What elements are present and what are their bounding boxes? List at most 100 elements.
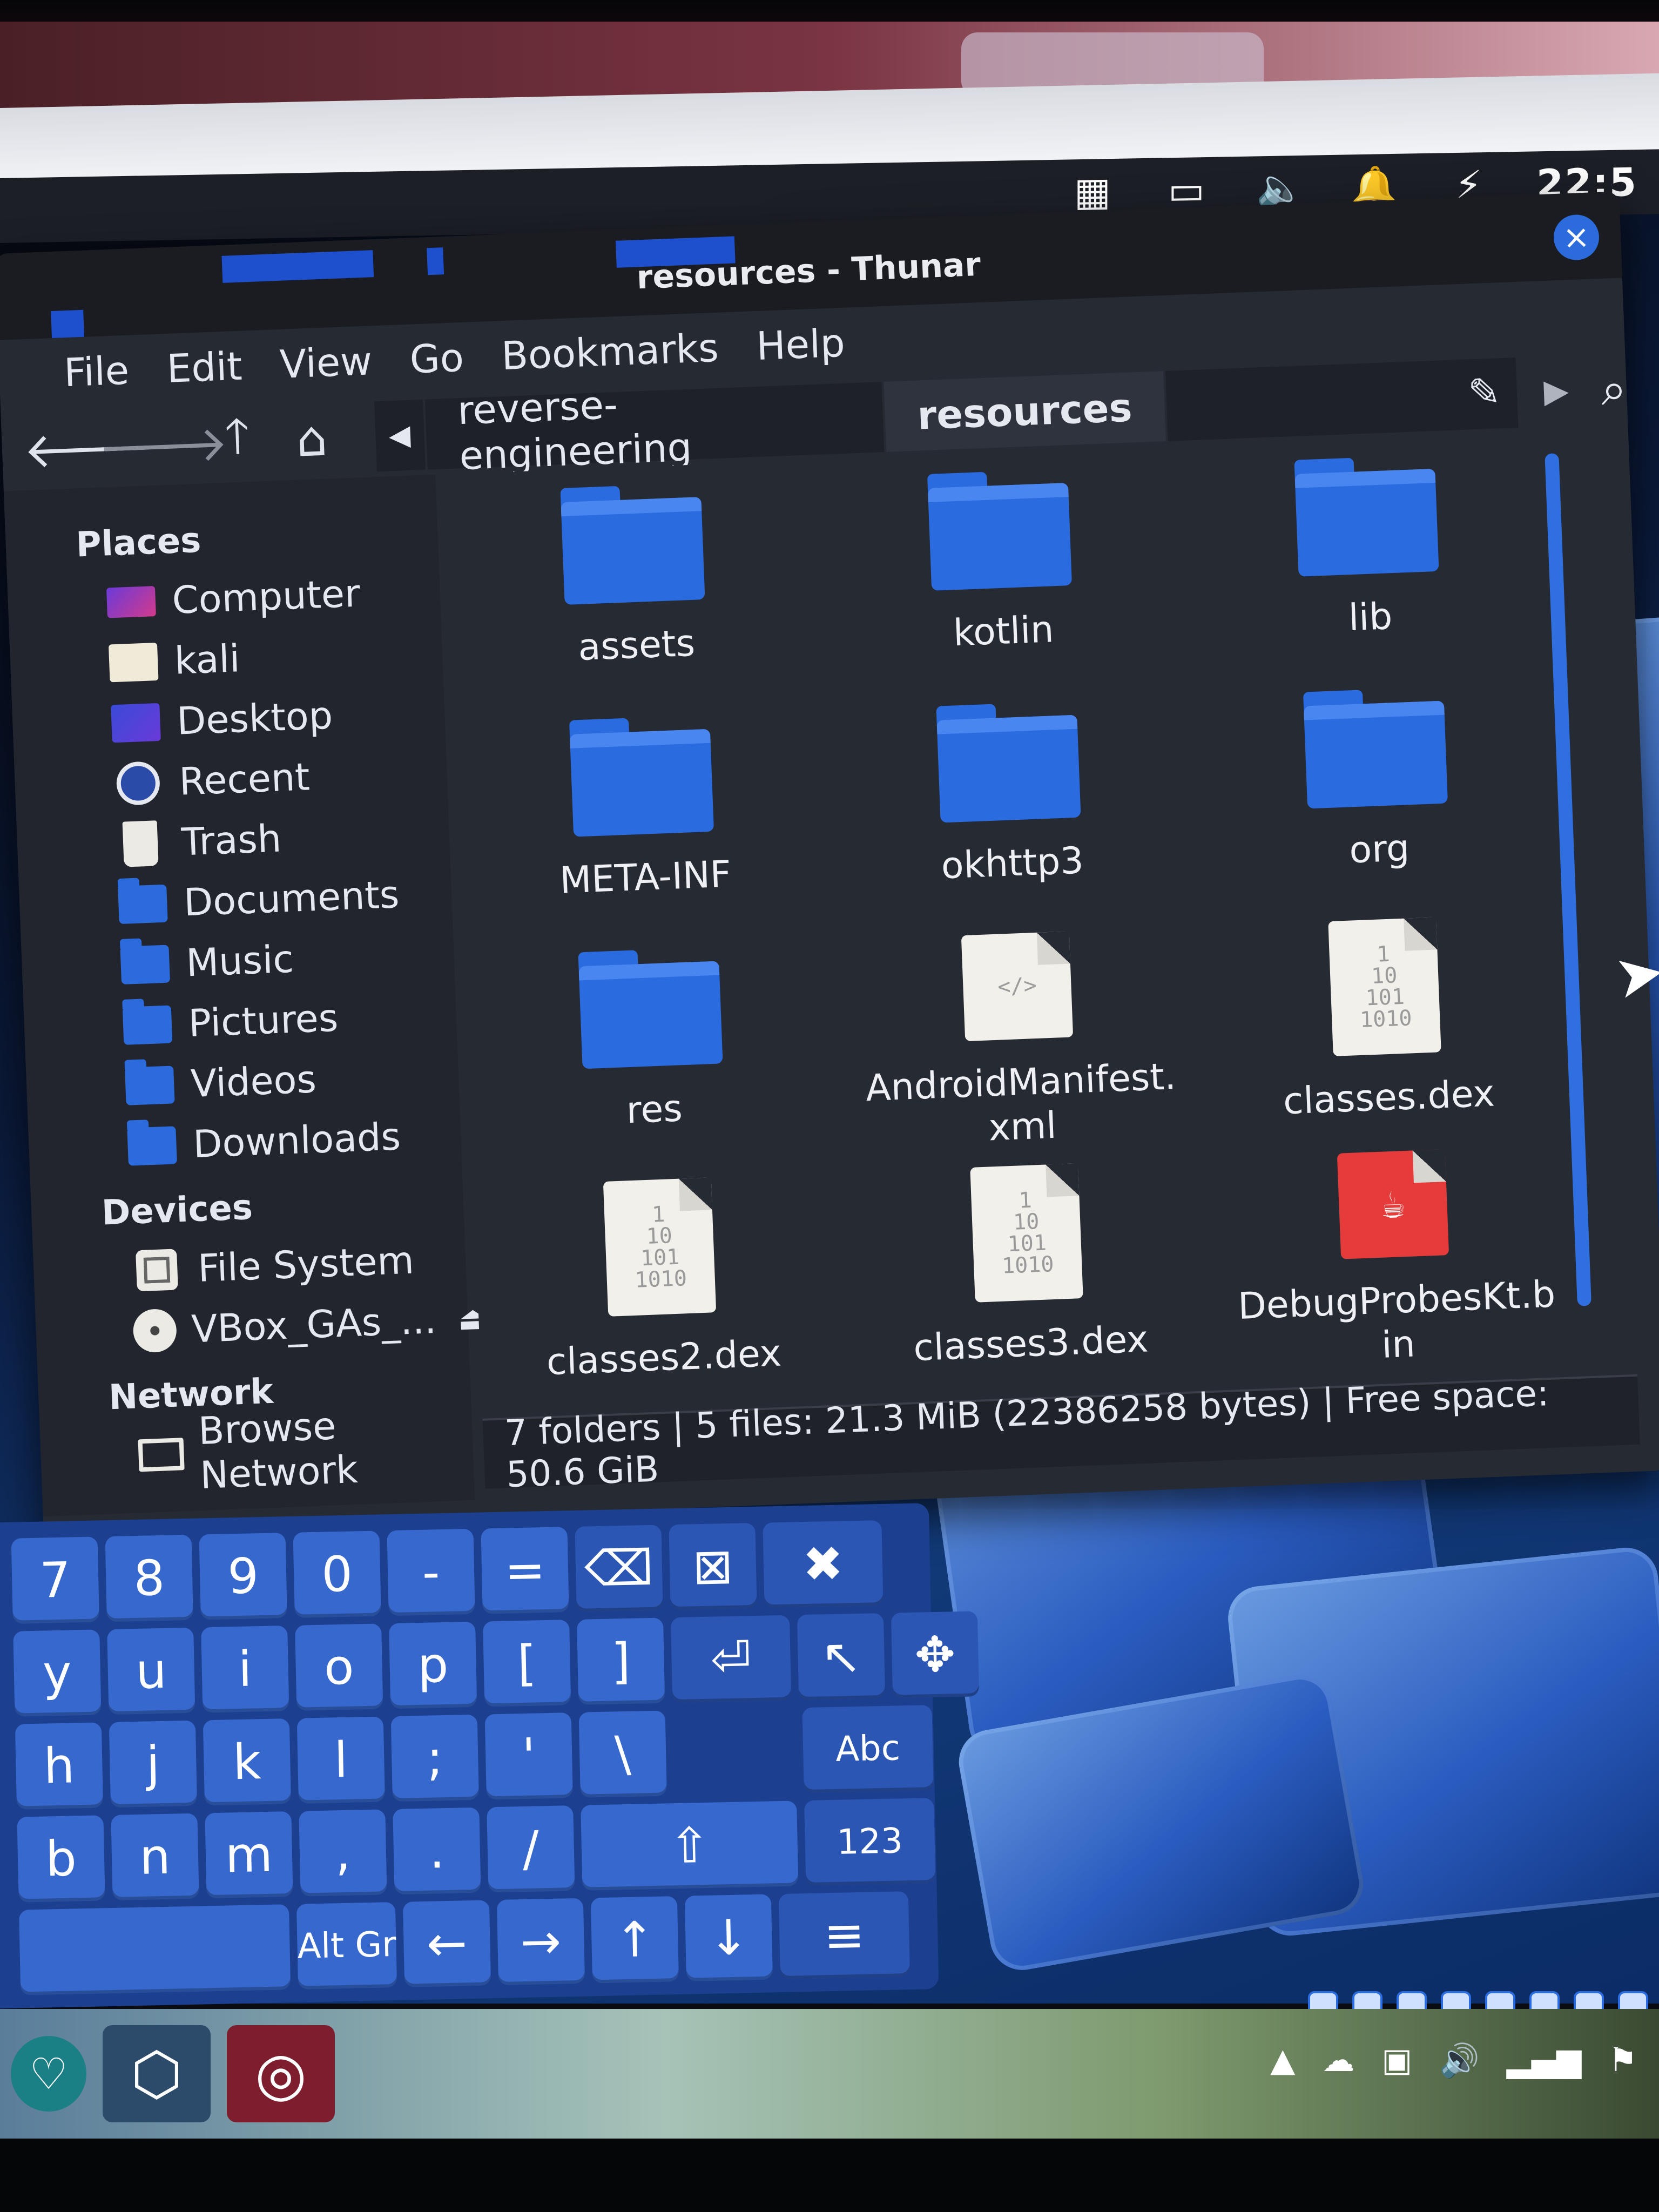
forward-arrow-icon[interactable]: 🡒 bbox=[97, 411, 229, 478]
menu-edit[interactable]: Edit bbox=[166, 343, 243, 392]
file-item-meta-inf[interactable]: META-INF bbox=[455, 692, 831, 939]
tray-device-icon[interactable]: ▣ bbox=[1381, 2041, 1412, 2080]
file-item-org[interactable]: org bbox=[1189, 664, 1565, 911]
sidebar-item-label: Trash bbox=[180, 816, 282, 865]
folder-icon bbox=[1303, 700, 1448, 809]
key-i[interactable]: i bbox=[201, 1626, 289, 1713]
xml-file-icon: </> bbox=[961, 931, 1074, 1042]
alt-gr-key[interactable]: Alt Gr bbox=[296, 1901, 397, 1990]
sidebar-item-label: Downloads bbox=[192, 1114, 402, 1167]
key-9[interactable]: 9 bbox=[199, 1533, 287, 1620]
close-keyboard-icon[interactable]: ✖ bbox=[763, 1520, 884, 1608]
key-equals[interactable]: = bbox=[481, 1527, 569, 1614]
file-name: kotlin bbox=[952, 608, 1055, 655]
tray-expand-icon[interactable]: ▲ bbox=[1270, 2041, 1295, 2080]
key-k[interactable]: k bbox=[203, 1718, 292, 1806]
tray-flag-icon[interactable]: ⚑ bbox=[1608, 2041, 1637, 2080]
edit-pencil-icon[interactable]: ✎ bbox=[1467, 369, 1502, 415]
numbers-layout-button[interactable]: 123 bbox=[804, 1798, 936, 1886]
key-comma[interactable]: , bbox=[299, 1809, 387, 1897]
sidebar-item-label: Videos bbox=[190, 1057, 318, 1107]
tray-signal-icon[interactable]: ▂▄▆ bbox=[1507, 2041, 1581, 2080]
right-arrow-icon[interactable]: → bbox=[496, 1898, 585, 1986]
key-j[interactable]: j bbox=[109, 1720, 198, 1808]
pointer-mode-icon[interactable]: ↖ bbox=[797, 1613, 886, 1701]
down-arrow-icon[interactable]: ↓ bbox=[684, 1894, 773, 1981]
breadcrumb-left-arrow-icon[interactable]: ◀ bbox=[374, 399, 426, 472]
key-n[interactable]: n bbox=[111, 1813, 199, 1900]
backspace-icon[interactable]: ⌫ bbox=[575, 1525, 663, 1612]
search-icon[interactable]: ⌕ bbox=[1600, 362, 1628, 416]
system-tray: ▲ ☁ ▣ 🔊 ▂▄▆ ⚑ bbox=[1270, 2041, 1637, 2080]
breadcrumb-resources[interactable]: resources bbox=[884, 371, 1166, 452]
tray-cloud-icon[interactable]: ☁ bbox=[1322, 2041, 1354, 2080]
key-minus[interactable]: - bbox=[387, 1528, 475, 1616]
key-b[interactable]: b bbox=[17, 1815, 105, 1903]
menu-file[interactable]: File bbox=[63, 348, 130, 396]
enter-icon[interactable]: ⏎ bbox=[670, 1615, 792, 1703]
key-l[interactable]: l bbox=[296, 1716, 385, 1804]
file-name: classes.dex bbox=[1282, 1072, 1496, 1123]
debian-app-icon[interactable]: ◎ bbox=[227, 2025, 335, 2122]
key-bracket-right[interactable]: ] bbox=[576, 1617, 665, 1705]
key-y[interactable]: y bbox=[13, 1629, 102, 1717]
menu-help[interactable]: Help bbox=[756, 320, 846, 369]
thunar-window: resources - Thunar × File Edit View Go B… bbox=[0, 191, 1659, 1533]
key-m[interactable]: m bbox=[205, 1811, 293, 1899]
file-item-classes2-dex[interactable]: 1 10 101 1010 classes2.dex bbox=[473, 1156, 849, 1402]
places-heading: Places bbox=[75, 520, 202, 565]
key-semicolon[interactable]: ; bbox=[390, 1714, 479, 1802]
host-taskbar: ♡ ⬡ ◎ ▲ ☁ ▣ 🔊 ▂▄▆ ⚑ bbox=[0, 2009, 1659, 2139]
move-keyboard-icon[interactable]: ✥ bbox=[891, 1611, 980, 1698]
tray-volume-icon[interactable]: 🔊 bbox=[1439, 2041, 1480, 2080]
key-quote[interactable]: ' bbox=[484, 1712, 573, 1800]
key-backslash[interactable]: \ bbox=[578, 1710, 667, 1798]
file-item-okhttp3[interactable]: okhttp3 bbox=[822, 678, 1198, 925]
path-entry-area[interactable]: ✎ bbox=[1165, 358, 1519, 441]
menu-go[interactable]: Go bbox=[409, 335, 464, 382]
key-0[interactable]: 0 bbox=[293, 1530, 381, 1618]
videos-folder-icon bbox=[123, 1063, 177, 1108]
file-item-debugprobeskt[interactable]: ☕ DebugProbesKt.bin bbox=[1207, 1128, 1583, 1374]
start-button-icon[interactable]: ♡ bbox=[11, 2036, 86, 2112]
file-item-lib[interactable]: lib bbox=[1180, 432, 1556, 678]
file-item-kotlin[interactable]: kotlin bbox=[813, 446, 1189, 692]
sidebar-item-label: Documents bbox=[183, 872, 400, 925]
trash-icon bbox=[114, 820, 167, 867]
key-slash[interactable]: / bbox=[487, 1805, 575, 1893]
key-u[interactable]: u bbox=[107, 1627, 195, 1715]
key-o[interactable]: o bbox=[295, 1623, 383, 1711]
file-name: res bbox=[625, 1087, 684, 1132]
folder-icon bbox=[1294, 468, 1439, 577]
menu-bookmarks[interactable]: Bookmarks bbox=[501, 325, 719, 379]
workspace-switcher-icon[interactable]: ▦ bbox=[1067, 165, 1118, 218]
key-period[interactable]: . bbox=[393, 1807, 481, 1895]
breadcrumb-right-arrow-icon[interactable]: ▶ bbox=[1543, 372, 1569, 410]
virtualbox-app-icon[interactable]: ⬡ bbox=[103, 2025, 211, 2122]
space-key[interactable] bbox=[19, 1904, 291, 1995]
file-item-res[interactable]: res bbox=[464, 924, 840, 1170]
up-arrow-icon[interactable]: 🡑 bbox=[204, 407, 271, 476]
key-7[interactable]: 7 bbox=[11, 1536, 99, 1624]
sidebar-item-browse-network[interactable]: Browse Network bbox=[110, 1404, 474, 1498]
menu-view[interactable]: View bbox=[279, 338, 373, 387]
file-item-assets[interactable]: assets bbox=[446, 460, 822, 706]
home-folder-icon bbox=[107, 640, 160, 685]
home-icon[interactable]: ⌂ bbox=[278, 405, 345, 473]
left-arrow-icon[interactable]: ← bbox=[402, 1900, 491, 1987]
network-icon bbox=[137, 1432, 185, 1477]
file-name: classes3.dex bbox=[913, 1318, 1149, 1370]
key-p[interactable]: p bbox=[389, 1621, 477, 1709]
file-item-classes3-dex[interactable]: 1 10 101 1010 classes3.dex bbox=[840, 1142, 1216, 1388]
up-arrow-key-icon[interactable]: ↑ bbox=[590, 1896, 679, 1984]
shift-icon[interactable]: ⇧ bbox=[581, 1800, 799, 1891]
key-h[interactable]: h bbox=[15, 1722, 104, 1810]
file-item-classes-dex[interactable]: 1 10 101 1010 classes.dex bbox=[1198, 896, 1574, 1142]
key-bracket-left[interactable]: [ bbox=[483, 1620, 571, 1707]
key-8[interactable]: 8 bbox=[105, 1534, 193, 1622]
delete-icon[interactable]: ⊠ bbox=[669, 1522, 757, 1610]
menu-icon[interactable]: ≡ bbox=[778, 1891, 910, 1980]
abc-layout-button[interactable]: Abc bbox=[802, 1705, 934, 1793]
breadcrumb-reverse-engineering[interactable]: reverse-engineering bbox=[424, 382, 885, 478]
file-item-androidmanifest[interactable]: </> AndroidManifest.xml bbox=[831, 910, 1207, 1156]
